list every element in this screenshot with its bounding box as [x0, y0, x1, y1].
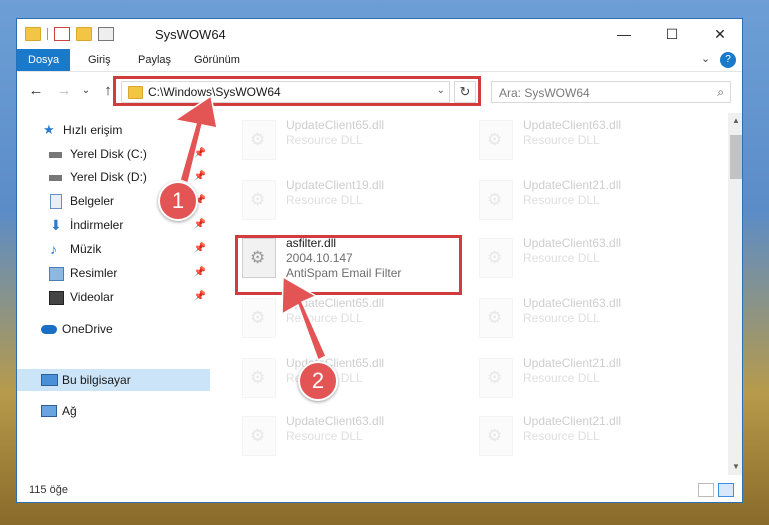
arrow-1: [173, 94, 218, 184]
arrow-2: [281, 275, 327, 362]
step-badge-1: 1: [158, 181, 198, 221]
annotation-arrows: [173, 94, 327, 362]
step-badge-2: 2: [298, 361, 338, 401]
